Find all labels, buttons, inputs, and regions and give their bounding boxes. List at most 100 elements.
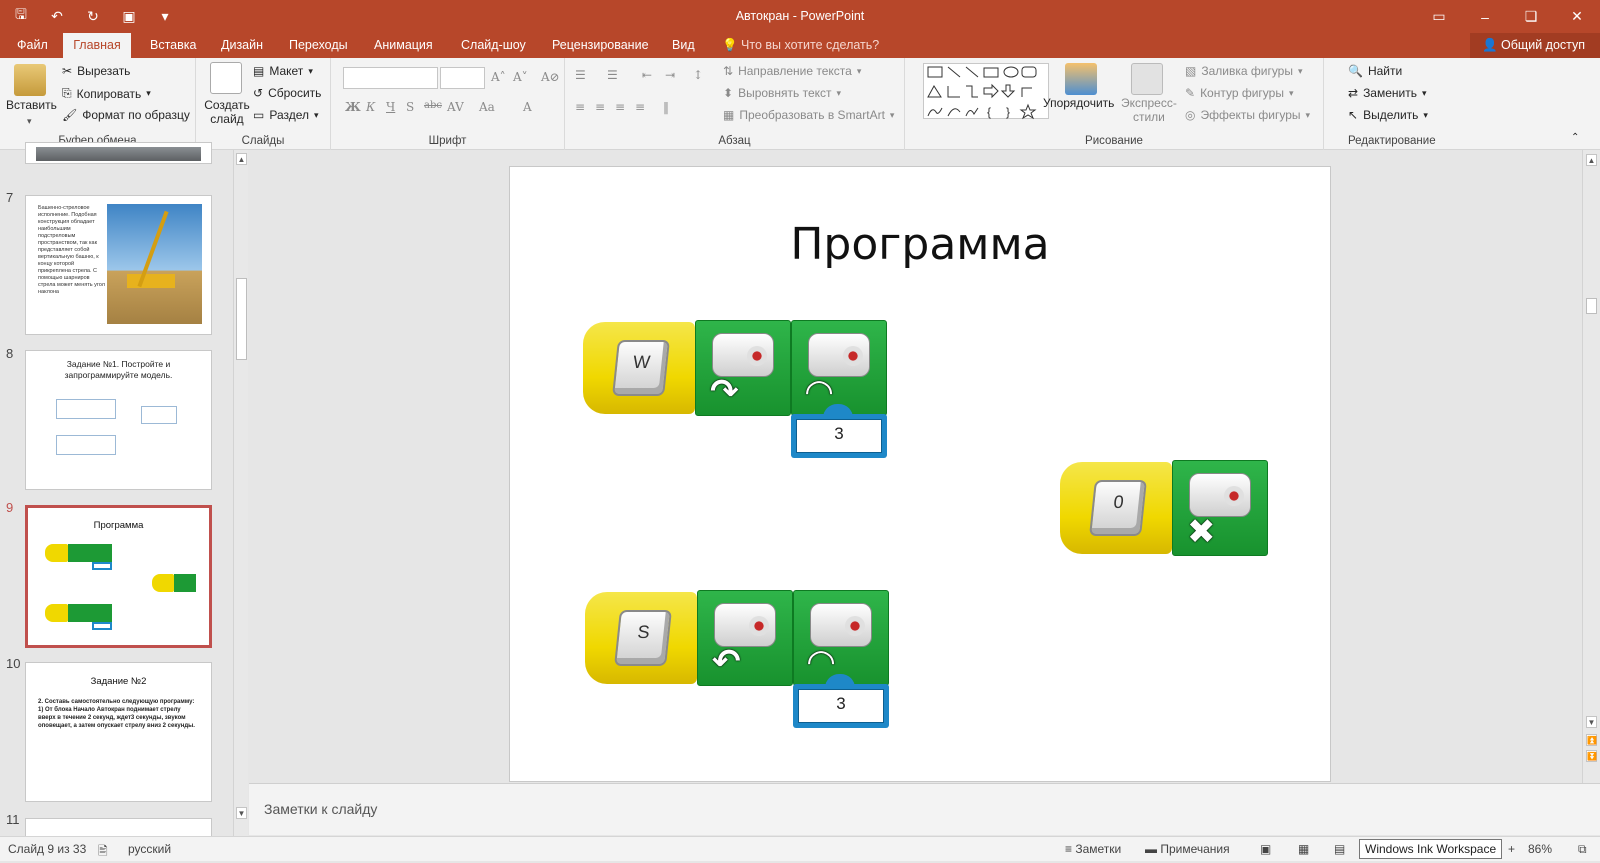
shape-effects-button[interactable]: ◎ Эффекты фигуры ▾ <box>1185 108 1310 122</box>
thumbnail-11[interactable] <box>25 818 212 838</box>
scrollbar-thumb[interactable] <box>236 278 247 360</box>
arrange-button[interactable]: Упорядочить <box>1043 96 1114 110</box>
zoom-in-icon[interactable]: + <box>1508 842 1515 856</box>
key-press-block-w[interactable]: W <box>583 322 695 414</box>
align-left-icon[interactable]: ≡ <box>575 100 585 114</box>
columns-icon[interactable]: ‖ <box>663 100 669 114</box>
shape-outline-button[interactable]: ✎ Контур фигуры ▾ <box>1185 86 1294 100</box>
tab-review[interactable]: Рецензирование <box>550 33 651 58</box>
slide-scrollbar[interactable]: ▲ ▼ ⏫ ⏬ <box>1582 150 1600 783</box>
bold-icon[interactable]: Ж <box>345 100 361 114</box>
tab-view[interactable]: Вид <box>670 33 697 58</box>
power-value-input-3[interactable]: 3 <box>793 674 889 728</box>
tab-slideshow[interactable]: Слайд-шоу <box>459 33 528 58</box>
minimize-button[interactable]: – <box>1462 0 1508 33</box>
share-button[interactable]: 👤 Общий доступ <box>1470 33 1600 58</box>
tab-insert[interactable]: Вставка <box>148 33 198 58</box>
underline-icon[interactable]: Ч <box>386 100 395 114</box>
font-name-input[interactable] <box>343 67 438 89</box>
thumbnail-10[interactable]: Задание №2 2. Составь самостоятельно сле… <box>25 662 212 802</box>
change-case-icon[interactable]: Aa <box>479 100 495 114</box>
thumbnails-scrollbar[interactable]: ▲ ▼ <box>233 150 248 836</box>
tell-me-search[interactable]: 💡 Что вы хотите сделать? <box>722 33 879 58</box>
thumbnail-6[interactable] <box>25 142 212 164</box>
cut-button[interactable]: ✂ Вырезать <box>62 64 130 78</box>
thumbnail-9-selected[interactable]: Программа <box>25 505 212 648</box>
tab-animation[interactable]: Анимация <box>372 33 435 58</box>
increase-indent-icon[interactable]: ⇥ <box>665 68 675 82</box>
motor-clockwise-block[interactable]: ↷ <box>695 320 791 416</box>
scroll-up-icon[interactable]: ▲ <box>1586 154 1597 166</box>
reading-view-icon[interactable]: ▤ <box>1334 842 1345 856</box>
text-direction-button[interactable]: ⇅ Направление текста ▾ <box>723 64 861 78</box>
scroll-down-icon[interactable]: ▼ <box>236 807 247 819</box>
clear-formatting-icon[interactable]: A⊘ <box>541 70 560 84</box>
motor-counterclockwise-block[interactable]: ↶ <box>697 590 793 686</box>
scroll-down-icon[interactable]: ▼ <box>1586 716 1597 728</box>
align-center-icon[interactable]: ≡ <box>595 100 605 114</box>
shapes-gallery[interactable]: {} <box>923 63 1049 120</box>
smartart-button[interactable]: ▦ Преобразовать в SmartArt ▾ <box>723 108 894 122</box>
next-slide-icon[interactable]: ⏬ <box>1586 750 1597 762</box>
strikethrough-icon[interactable]: abc <box>424 100 442 111</box>
motor-off-block[interactable]: ✖ <box>1172 460 1268 556</box>
thumbnail-8[interactable]: Задание №1. Постройте и запрограммируйте… <box>25 350 212 490</box>
notes-pane[interactable]: Заметки к слайду <box>249 783 1600 835</box>
slide-title[interactable]: Программа <box>510 219 1330 270</box>
bullets-icon[interactable]: ☰ <box>575 68 586 82</box>
close-button[interactable]: ✕ <box>1554 0 1600 33</box>
shadow-icon[interactable]: S <box>406 100 414 114</box>
quick-styles-button[interactable]: Экспресс-стили <box>1121 96 1177 124</box>
replace-button[interactable]: ⇄ Заменить ▾ <box>1348 86 1427 100</box>
paste-dropdown-icon[interactable]: ▾ <box>27 116 32 127</box>
tab-transitions[interactable]: Переходы <box>287 33 350 58</box>
key-press-block-s[interactable]: S <box>585 592 697 684</box>
section-button[interactable]: ▭ Раздел ▾ <box>253 108 319 122</box>
motor-power-block[interactable]: ◠ <box>793 590 889 686</box>
font-size-input[interactable] <box>440 67 485 89</box>
copy-button[interactable]: ⎘ Копировать ▾ <box>62 86 151 101</box>
language-indicator[interactable]: русский <box>128 842 171 856</box>
reset-button[interactable]: ↺ Сбросить <box>253 86 321 100</box>
power-value-input-1[interactable]: 3 <box>791 404 887 458</box>
select-button[interactable]: ↖ Выделить ▾ <box>1348 108 1428 122</box>
find-button[interactable]: 🔍 Найти <box>1348 64 1402 78</box>
notes-toggle[interactable]: ≡ Заметки <box>1065 842 1121 856</box>
align-right-icon[interactable]: ≡ <box>615 100 625 114</box>
power-value-3[interactable]: 3 <box>798 689 884 723</box>
paste-button[interactable]: Вставить <box>6 98 57 112</box>
spellcheck-icon[interactable]: 🖹 <box>98 842 108 863</box>
fit-to-window-icon[interactable]: ⧉ <box>1578 842 1587 857</box>
normal-view-icon[interactable]: ▣ <box>1260 842 1271 856</box>
tab-home[interactable]: Главная <box>63 33 131 58</box>
notes-placeholder[interactable]: Заметки к слайду <box>264 801 377 817</box>
align-text-button[interactable]: ⬍ Выровнять текст ▾ <box>723 86 841 100</box>
slide-sorter-icon[interactable]: ▦ <box>1298 842 1309 856</box>
motor-power-block[interactable]: ◠ <box>791 320 887 416</box>
ribbon-display-options-icon[interactable]: ▭ <box>1416 0 1462 33</box>
line-spacing-icon[interactable]: ↕ <box>693 68 703 82</box>
thumbnail-7[interactable]: Башенно-стреловое исполнение. Подобная к… <box>25 195 212 335</box>
new-slide-button[interactable]: Создать слайд <box>204 98 250 126</box>
comments-toggle[interactable]: ▬ Примечания <box>1145 842 1230 856</box>
tab-design[interactable]: Дизайн <box>219 33 265 58</box>
decrease-font-icon[interactable]: A˅ <box>513 70 528 84</box>
zoom-level[interactable]: 86% <box>1528 842 1552 856</box>
font-color-icon[interactable]: A <box>523 100 532 114</box>
scroll-up-icon[interactable]: ▲ <box>236 153 247 165</box>
increase-font-icon[interactable]: A˄ <box>491 70 506 84</box>
tab-file[interactable]: Файл <box>15 33 50 58</box>
previous-slide-icon[interactable]: ⏫ <box>1586 734 1597 746</box>
character-spacing-icon[interactable]: AV <box>447 100 464 114</box>
italic-icon[interactable]: К <box>366 100 375 114</box>
restore-button[interactable]: ❏ <box>1508 0 1554 33</box>
key-press-block-0[interactable]: 0 <box>1060 462 1172 554</box>
slide-scrollbar-thumb[interactable] <box>1586 298 1597 314</box>
collapse-ribbon-icon[interactable]: ⌃ <box>1571 132 1579 143</box>
power-value-1[interactable]: 3 <box>796 419 882 453</box>
numbering-icon[interactable]: ☰ <box>607 68 618 82</box>
slide-9[interactable]: Программа W ↷ ◠ 3 0 ✖ S ↶ ◠ 3 <box>509 166 1331 782</box>
layout-button[interactable]: ▤ Макет ▾ <box>253 64 313 78</box>
decrease-indent-icon[interactable]: ⇤ <box>642 68 652 82</box>
justify-icon[interactable]: ≡ <box>635 100 645 114</box>
